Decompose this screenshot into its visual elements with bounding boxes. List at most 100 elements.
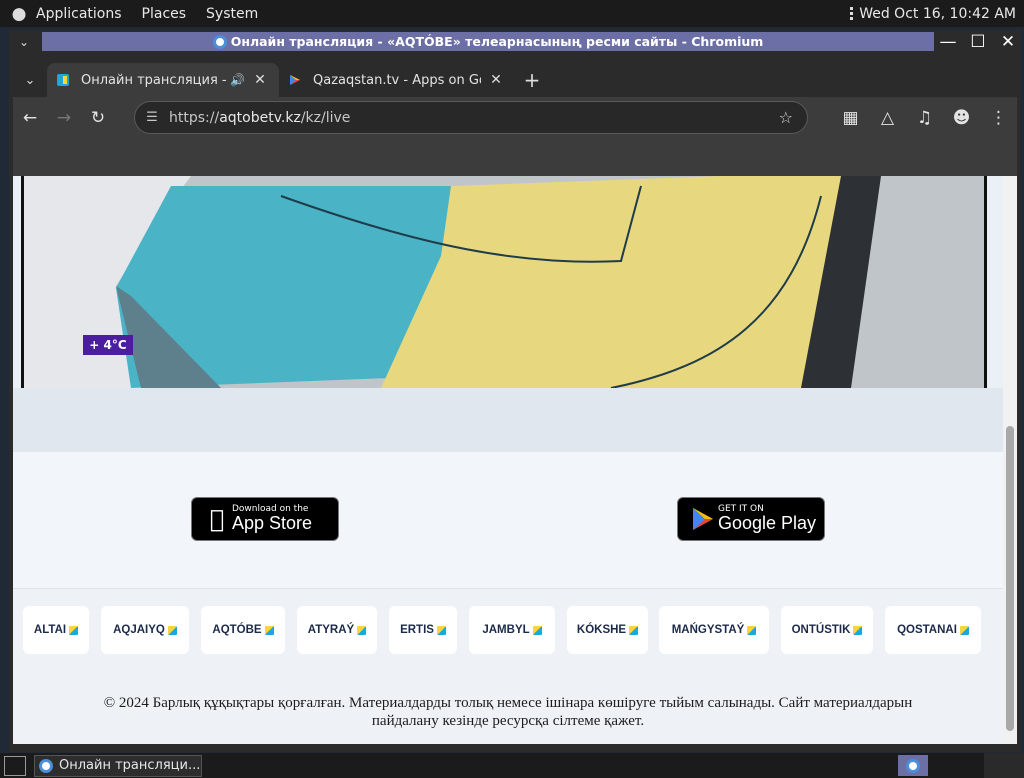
workspace-switcher[interactable]	[984, 753, 1024, 778]
copyright-line-2: пайдалану кезінде ресурсқа сілтеме қажет…	[371, 713, 645, 729]
url-path: /kz/live	[300, 109, 351, 126]
region-label: ATYRAÝ	[307, 624, 355, 636]
region-link-kokshe[interactable]: KÓKSHE	[567, 606, 648, 654]
close-tab-icon[interactable]: ✕	[487, 72, 505, 88]
google-play-favicon-icon	[290, 75, 300, 85]
taskbar-window-button[interactable]: Онлайн трансляци...	[34, 754, 202, 777]
site-info-tune-icon[interactable]: ☰	[135, 110, 169, 125]
close-window-icon[interactable]: ✕	[999, 30, 1017, 54]
region-logo-icon	[532, 625, 542, 635]
region-label: QOSTANAI	[897, 624, 957, 636]
labs-flask-icon[interactable]: △	[869, 101, 906, 135]
profile-avatar-icon[interactable]: ☻	[943, 101, 980, 135]
gnome-foot-icon[interactable]: ●	[8, 3, 30, 25]
clock[interactable]: Wed Oct 16, 10:42 AM	[859, 6, 1016, 22]
window-title: Онлайн трансляция - «AQTÓBE» телеарнасын…	[42, 32, 934, 51]
region-label: ONTÚSTIK	[791, 624, 851, 636]
tab-strip: ⌄ Онлайн трансляция - «AQTÓBE» 🔊 ✕ Qazaq…	[13, 57, 1017, 97]
minimize-icon[interactable]: —	[939, 30, 957, 54]
region-label: ERTIS	[400, 624, 434, 636]
chromium-icon	[39, 758, 53, 773]
extensions-puzzle-icon[interactable]: ▦	[832, 101, 869, 135]
region-label: AQTÓBE	[212, 624, 262, 636]
page-viewport[interactable]: + 4°C  Download on the App Store GET IT…	[13, 176, 1017, 744]
region-label: MAŃGYSTAÝ	[671, 624, 745, 636]
region-link-ontustik[interactable]: ONTÚSTIK	[781, 606, 873, 654]
close-tab-icon[interactable]: ✕	[251, 72, 269, 88]
bookmark-bar	[13, 139, 1017, 176]
app-store-section:  Download on the App Store GET IT ON Go…	[13, 452, 1003, 588]
forward-arrow-icon[interactable]: →	[47, 101, 81, 135]
maximize-icon[interactable]: ☐	[969, 30, 987, 54]
tab-label: Онлайн трансляция - «AQTÓBE»	[81, 72, 226, 88]
media-controls-icon[interactable]: ♫	[906, 101, 943, 135]
audio-playing-icon[interactable]: 🔊	[230, 73, 245, 87]
google-play-logo-icon	[693, 508, 713, 530]
url-text[interactable]: https://aqtobetv.kz/kz/live	[169, 110, 350, 126]
window-menu-chevron-icon[interactable]: ⌄	[9, 30, 39, 54]
top-panel: ● Applications Places System Wed Oct 16,…	[0, 0, 1024, 27]
page-scrollbar[interactable]	[1003, 176, 1017, 744]
scrollbar-thumb[interactable]	[1006, 426, 1014, 731]
workspace-chromium-indicator[interactable]	[898, 755, 928, 776]
reload-icon[interactable]: ↻	[81, 101, 115, 135]
tab-aqtobe-live[interactable]: Онлайн трансляция - «AQTÓBE» 🔊 ✕	[47, 63, 279, 97]
chrome-menu-kebab-icon[interactable]: ⋮	[980, 101, 1017, 135]
region-link-altai[interactable]: ALTAI	[23, 606, 89, 654]
region-logo-icon	[167, 625, 177, 635]
temperature-badge: + 4°C	[83, 335, 133, 355]
region-link-aqjaiyq[interactable]: AQJAIYQ	[101, 606, 189, 654]
new-tab-plus-icon[interactable]: +	[515, 63, 549, 97]
browser-toolbar: ← → ↻ ☰ https://aqtobetv.kz/kz/live ☆ ▦ …	[13, 97, 1017, 139]
system-menu[interactable]: System	[206, 6, 258, 22]
applications-menu[interactable]: Applications	[36, 6, 122, 22]
region-logo-icon	[959, 625, 969, 635]
back-arrow-icon[interactable]: ←	[13, 101, 47, 135]
app-store-button[interactable]:  Download on the App Store	[191, 497, 339, 541]
region-logo-icon	[69, 625, 79, 635]
copyright-footer: © 2024 Барлық құқықтары қорғалған. Матер…	[13, 683, 1003, 744]
region-link-atyrau[interactable]: ATYRAÝ	[297, 606, 377, 654]
region-logo-icon	[357, 625, 367, 635]
window-title-text: Онлайн трансляция - «AQTÓBE» телеарнасын…	[230, 34, 764, 49]
places-menu[interactable]: Places	[142, 6, 187, 22]
region-logo-icon	[264, 625, 274, 635]
region-logo-icon	[629, 625, 639, 635]
chromium-icon	[906, 758, 920, 773]
video-frame-image	[21, 176, 987, 388]
region-link-ertis[interactable]: ERTIS	[389, 606, 457, 654]
bookmark-star-icon[interactable]: ☆	[779, 108, 793, 127]
google-play-button[interactable]: GET IT ON Google Play	[677, 497, 825, 541]
browser-window: ⌄ Онлайн трансляция - «AQTÓBE» телеарнас…	[9, 30, 1021, 752]
tab-qazaqstan-google-play[interactable]: Qazaqstan.tv - Apps on Google Play ✕	[279, 63, 515, 97]
url-host: aqtobetv.kz	[219, 109, 301, 126]
chromium-icon	[212, 34, 227, 49]
address-bar[interactable]: ☰ https://aqtobetv.kz/kz/live ☆	[134, 101, 808, 134]
region-link-jambyl[interactable]: JAMBYL	[469, 606, 555, 654]
tab-search-chevron-icon[interactable]: ⌄	[13, 63, 47, 97]
copyright-line-1: © 2024 Барлық құқықтары қорғалған. Матер…	[103, 695, 913, 711]
region-link-aqtobe[interactable]: AQTÓBE	[201, 606, 285, 654]
region-label: ALTAI	[33, 624, 67, 636]
region-logo-icon	[853, 625, 863, 635]
region-label: KÓKSHE	[576, 624, 627, 636]
window-titlebar[interactable]: ⌄ Онлайн трансляция - «AQTÓBE» телеарнас…	[9, 30, 1021, 54]
region-label: AQJAIYQ	[113, 624, 165, 636]
region-link-mangystau[interactable]: MAŃGYSTAÝ	[659, 606, 769, 654]
region-logo-icon	[747, 625, 757, 635]
apple-logo-icon: 	[202, 505, 232, 533]
aqtobe-favicon-icon	[57, 74, 69, 86]
region-label: JAMBYL	[482, 624, 530, 636]
show-desktop-icon[interactable]	[4, 755, 26, 776]
spacer-strip	[13, 388, 1003, 452]
regional-channels: ALTAI AQJAIYQ AQTÓBE ATYRAÝ ERTIS JAMBYL…	[13, 588, 1003, 683]
bottom-panel: Онлайн трансляци...	[0, 753, 1024, 778]
taskbar-window-label: Онлайн трансляци...	[59, 758, 201, 773]
tab-label: Qazaqstan.tv - Apps on Google Play	[313, 72, 481, 88]
region-logo-icon	[436, 625, 446, 635]
url-scheme: https://	[169, 109, 220, 126]
google-play-big-text: Google Play	[718, 513, 817, 534]
panel-handle-icon[interactable]	[850, 7, 854, 20]
region-link-qostanai[interactable]: QOSTANAI	[885, 606, 981, 654]
live-video-player[interactable]: + 4°C	[21, 176, 987, 388]
